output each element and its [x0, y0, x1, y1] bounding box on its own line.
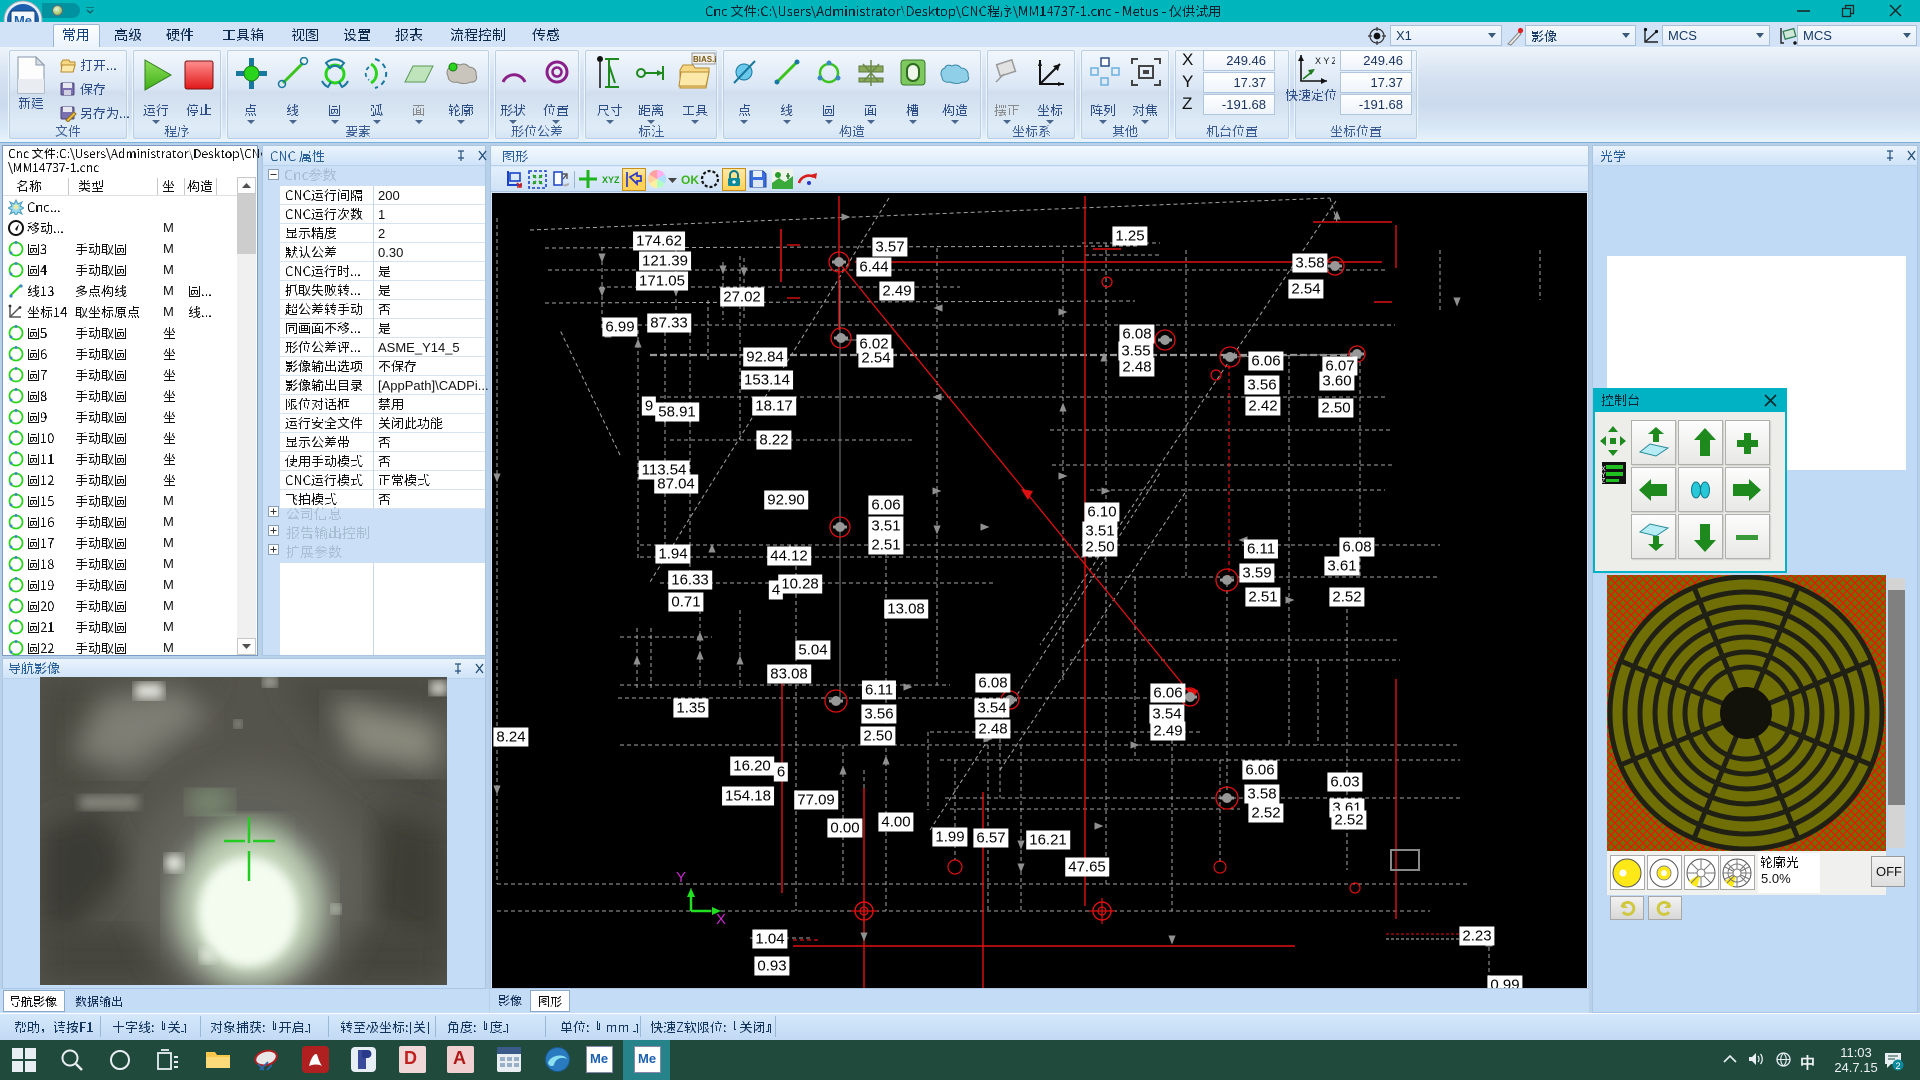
svg-text:Z: Z [1601, 478, 1606, 485]
svg-text:X Y Z: X Y Z [1315, 56, 1335, 66]
svg-text:BIAS.ini: BIAS.ini [693, 55, 716, 64]
svg-text:2: 2 [1895, 1061, 1900, 1071]
